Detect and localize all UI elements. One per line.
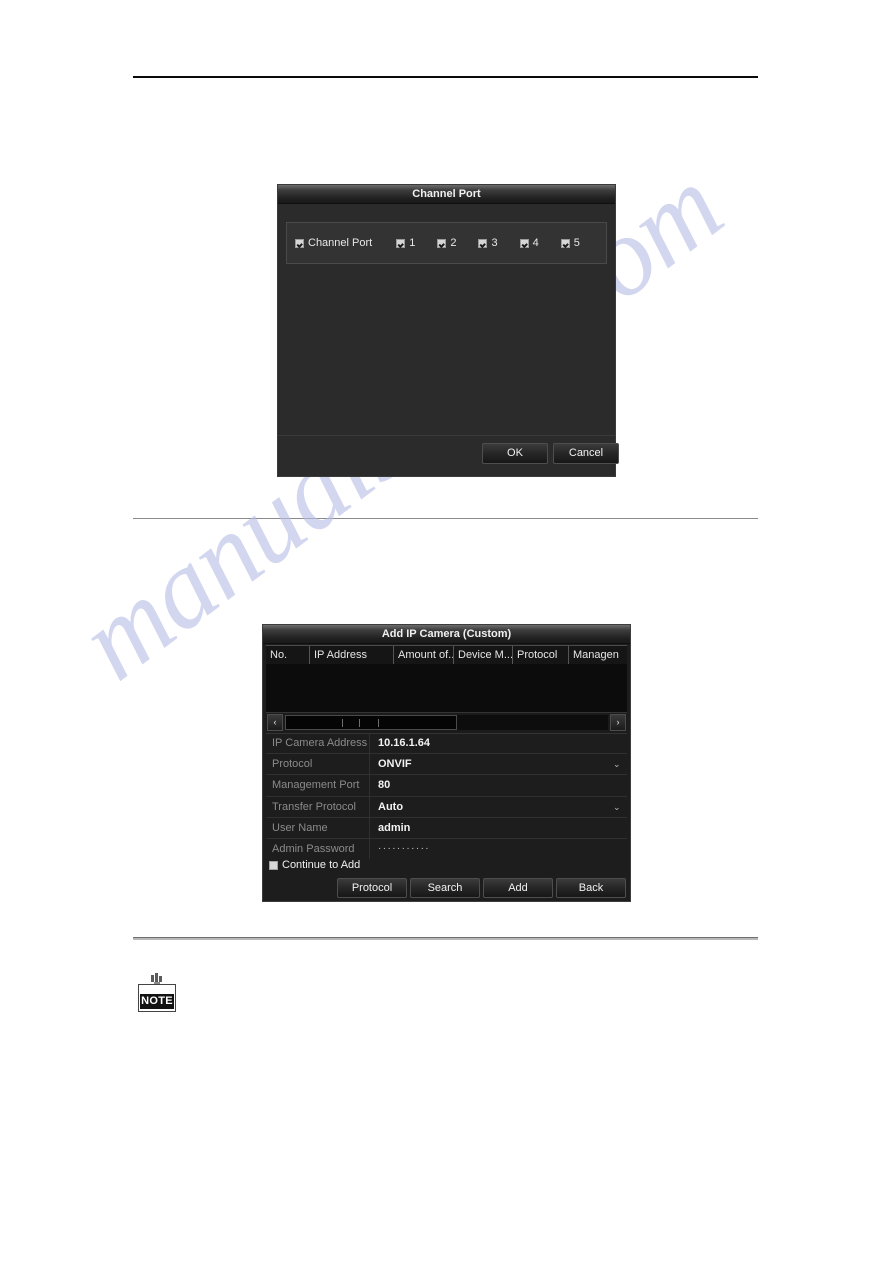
column-header-management-port[interactable]: Managen — [569, 646, 625, 664]
check-icon — [519, 238, 529, 248]
field-label: Management Port — [266, 775, 370, 796]
page-footer-rule — [133, 937, 758, 940]
page-header-rule — [133, 76, 758, 78]
field-label: IP Camera Address — [266, 733, 370, 754]
ok-button[interactable]: OK — [482, 443, 548, 464]
checkbox-channel-port[interactable]: Channel Port — [295, 237, 372, 249]
add-ip-camera-dialog-title: Add IP Camera (Custom) — [263, 625, 630, 644]
checkbox-label: Continue to Add — [282, 859, 361, 871]
check-icon — [396, 238, 406, 248]
check-icon — [478, 238, 488, 248]
checkbox-icon — [269, 860, 278, 870]
camera-table-header: No. IP Address Amount of... Device M... … — [266, 645, 627, 664]
checkbox-port-1[interactable]: 1 — [396, 237, 415, 249]
scrollbar-thumb[interactable] — [285, 715, 457, 730]
search-button[interactable]: Search — [410, 878, 480, 898]
back-button[interactable]: Back — [556, 878, 626, 898]
management-port-input[interactable]: 80 — [370, 775, 627, 795]
add-ip-camera-dialog: Add IP Camera (Custom) No. IP Address Am… — [262, 624, 631, 902]
check-icon — [437, 238, 447, 248]
form-row-admin-password: Admin Password ··········· — [266, 838, 627, 860]
camera-settings-form: IP Camera Address 10.16.1.64 Protocol ON… — [266, 733, 627, 860]
note-label: NOTE — [140, 994, 174, 1009]
field-label: User Name — [266, 817, 370, 838]
checkbox-port-4[interactable]: 4 — [519, 237, 539, 249]
grip-line — [359, 719, 360, 727]
field-label: Admin Password — [266, 838, 370, 860]
grip-line — [342, 719, 343, 727]
check-icon — [295, 238, 304, 248]
transfer-protocol-select[interactable]: Auto — [370, 797, 627, 817]
form-row-protocol: Protocol ONVIF ⌄ — [266, 754, 627, 776]
scrollbar-track[interactable] — [285, 715, 608, 730]
checkbox-port-3[interactable]: 3 — [478, 237, 498, 249]
chevron-down-icon[interactable]: ⌄ — [613, 760, 621, 769]
column-header-device-model[interactable]: Device M... — [454, 646, 513, 664]
page-section-rule — [133, 518, 758, 519]
channel-port-checkbox-group: Channel Port 1 2 3 4 5 — [286, 222, 607, 264]
channel-port-dialog-body: Channel Port 1 2 3 4 5 — [278, 204, 615, 436]
ip-camera-address-input[interactable]: 10.16.1.64 — [370, 733, 627, 753]
form-row-user-name: User Name admin — [266, 817, 627, 839]
channel-port-dialog: Channel Port Channel Port 1 2 3 4 5 OK C… — [277, 184, 619, 477]
user-name-input[interactable]: admin — [370, 818, 627, 838]
field-label: Transfer Protocol — [266, 796, 370, 817]
channel-port-dialog-title: Channel Port — [278, 185, 615, 204]
channel-port-dialog-footer: OK Cancel — [278, 435, 619, 476]
note-icon: NOTE — [138, 973, 176, 1013]
checkbox-port-2[interactable]: 2 — [437, 237, 456, 249]
column-header-amount-of[interactable]: Amount of... — [394, 646, 454, 664]
check-icon — [560, 238, 570, 248]
checkbox-label: Channel Port — [308, 237, 373, 249]
checkbox-label: 4 — [532, 237, 539, 249]
protocol-select[interactable]: ONVIF — [370, 754, 627, 774]
column-header-no[interactable]: No. — [266, 646, 310, 664]
column-header-protocol[interactable]: Protocol — [513, 646, 569, 664]
scroll-right-icon[interactable]: › — [610, 714, 626, 731]
add-button[interactable]: Add — [483, 878, 553, 898]
checkbox-label: 2 — [450, 237, 457, 249]
note-box: NOTE — [138, 984, 176, 1012]
scroll-left-icon[interactable]: ‹ — [267, 714, 283, 731]
form-row-ip-camera-address: IP Camera Address 10.16.1.64 — [266, 733, 627, 755]
field-label: Protocol — [266, 754, 370, 775]
chevron-down-icon[interactable]: ⌄ — [613, 802, 621, 811]
add-ip-camera-dialog-footer: Protocol Search Add Back — [263, 878, 630, 900]
column-header-ip-address[interactable]: IP Address — [310, 646, 394, 664]
checkbox-label: 1 — [409, 237, 416, 249]
camera-table-body — [266, 664, 627, 712]
protocol-button[interactable]: Protocol — [337, 878, 407, 898]
checkbox-port-5[interactable]: 5 — [560, 237, 580, 249]
form-row-transfer-protocol: Transfer Protocol Auto ⌄ — [266, 796, 627, 818]
cancel-button[interactable]: Cancel — [553, 443, 619, 464]
form-row-management-port: Management Port 80 — [266, 775, 627, 797]
checkbox-label: 3 — [491, 237, 498, 249]
checkbox-label: 5 — [573, 237, 580, 249]
checkbox-continue-to-add[interactable]: Continue to Add — [269, 859, 360, 871]
grip-line — [378, 719, 379, 727]
camera-table-horizontal-scrollbar[interactable]: ‹ › — [266, 712, 627, 734]
admin-password-input[interactable]: ··········· — [370, 839, 627, 859]
